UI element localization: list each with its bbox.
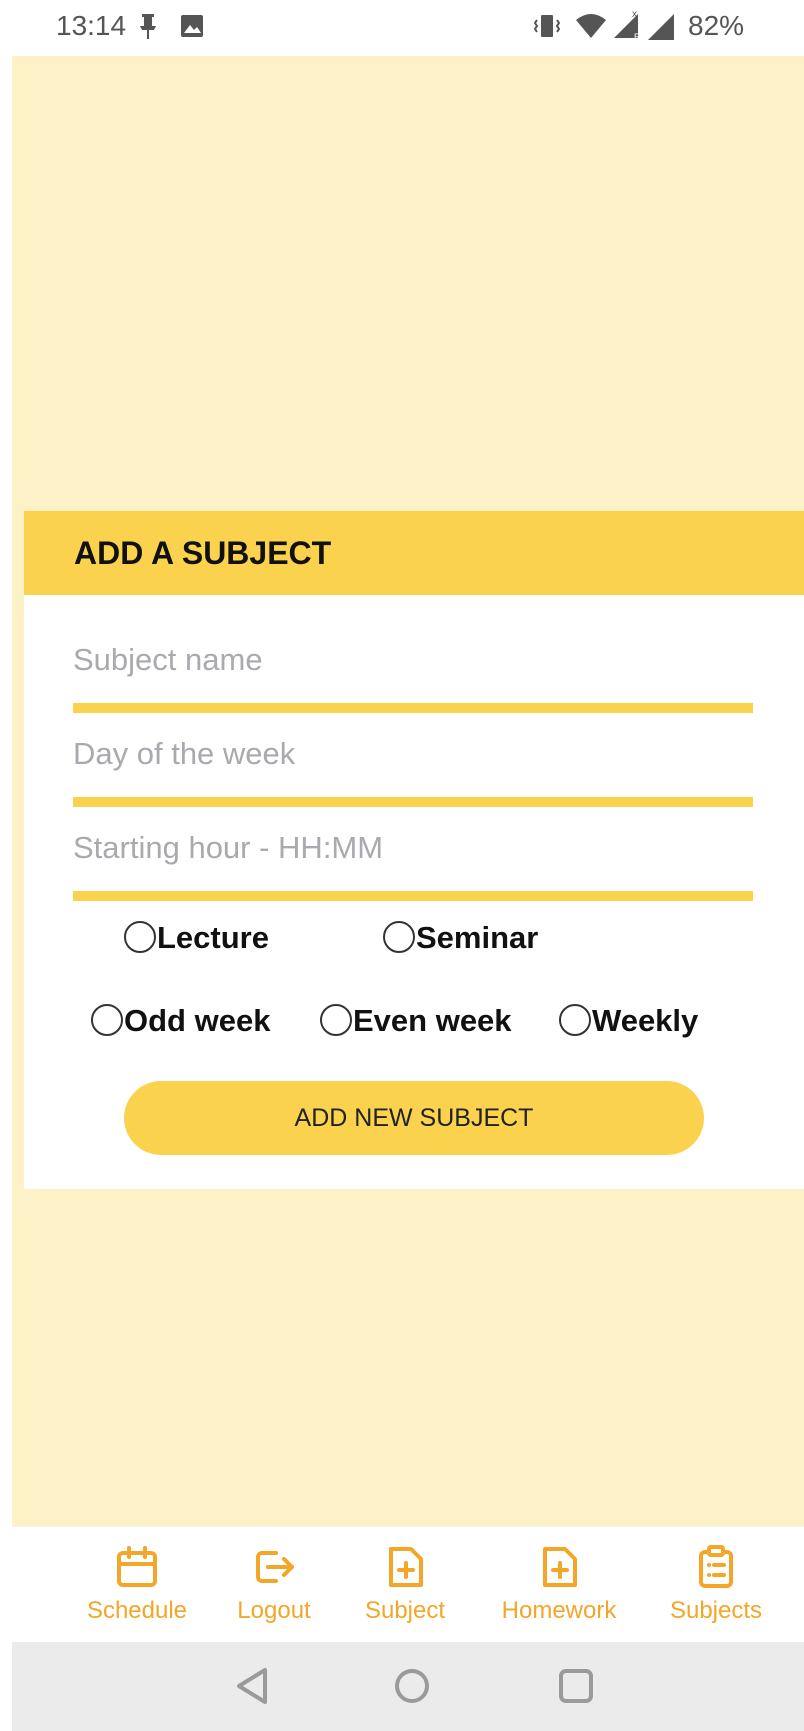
nav-label: Homework [501, 1597, 617, 1624]
radio-label: Lecture [157, 919, 269, 955]
nav-item-subject[interactable]: Subject [345, 1545, 465, 1637]
nav-label: Subjects [669, 1597, 763, 1624]
wifi-icon [576, 14, 606, 38]
logout-icon [256, 1551, 294, 1583]
svg-text:x: x [632, 9, 637, 20]
radio-circle[interactable] [320, 1004, 352, 1036]
nav-item-schedule[interactable]: Schedule [72, 1545, 202, 1637]
radio-lecture[interactable]: Lecture [124, 917, 269, 957]
radio-label: Odd week [124, 1002, 271, 1038]
starting-hour-input[interactable] [73, 807, 753, 889]
add-new-subject-button[interactable]: ADD NEW SUBJECT [124, 1081, 704, 1155]
card-header: ADD A SUBJECT [24, 511, 804, 595]
back-icon[interactable] [231, 1664, 275, 1708]
radio-weekly[interactable]: Weekly [559, 1000, 698, 1040]
status-bar: 13:14 x R 82% [0, 0, 804, 56]
subject-name-input[interactable] [73, 619, 753, 701]
recents-icon[interactable] [554, 1664, 598, 1708]
radio-circle[interactable] [383, 921, 415, 953]
radio-circle[interactable] [124, 921, 156, 953]
add-subject-card: ADD A SUBJECT Lecture Seminar Odd week [24, 511, 804, 1189]
home-icon[interactable] [390, 1664, 434, 1708]
bottom-nav: Schedule Logout Subject Homework Subject… [12, 1526, 804, 1642]
file-plus-icon [543, 1547, 577, 1587]
radio-odd-week[interactable]: Odd week [91, 1000, 270, 1040]
nav-label: Schedule [86, 1597, 188, 1624]
subject-name-field [73, 619, 753, 713]
app-root: 13:14 x R 82% ADD A SUBJECT Subject name… [0, 0, 804, 1731]
radio-label: Weekly [592, 1002, 699, 1038]
radio-circle[interactable] [91, 1004, 123, 1036]
status-time: 13:14 [56, 10, 127, 41]
radio-label: Even week [353, 1002, 512, 1038]
radio-circle[interactable] [559, 1004, 591, 1036]
calendar-icon [117, 1546, 157, 1587]
svg-text:R: R [634, 32, 641, 42]
day-of-week-field [73, 713, 753, 807]
day-of-week-input[interactable] [73, 713, 753, 795]
day-of-week-underline [73, 797, 753, 807]
radio-seminar[interactable]: Seminar [383, 917, 538, 957]
starting-hour-underline [73, 891, 753, 901]
subject-name-underline [73, 703, 753, 713]
cell-signal-roaming-icon: x R [614, 9, 641, 42]
nav-label: Subject [364, 1597, 446, 1624]
file-plus-icon [389, 1547, 423, 1587]
nav-item-subjects[interactable]: Subjects [646, 1545, 786, 1637]
nav-item-homework[interactable]: Homework [479, 1545, 639, 1637]
starting-hour-field [73, 807, 753, 901]
clipboard-list-icon [699, 1545, 733, 1588]
battery-percent: 82% [688, 10, 745, 41]
card-title: ADD A SUBJECT [74, 535, 332, 571]
radio-even-week[interactable]: Even week [320, 1000, 512, 1040]
nav-label: Logout [237, 1597, 311, 1624]
cell-signal-icon [648, 14, 674, 40]
pin-icon [140, 14, 156, 39]
nav-item-logout[interactable]: Logout [219, 1545, 329, 1637]
radio-label: Seminar [416, 919, 539, 955]
image-icon [181, 15, 203, 37]
vibrate-icon [533, 15, 561, 37]
android-nav-bar [12, 1642, 804, 1731]
